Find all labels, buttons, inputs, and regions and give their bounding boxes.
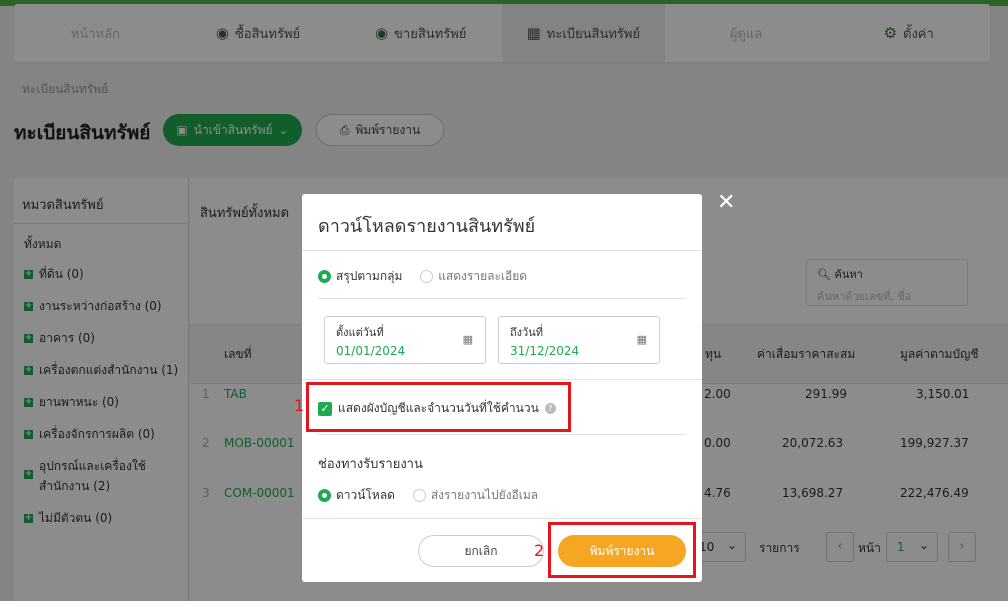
divider: [318, 434, 686, 435]
highlight-box-checkbox: [306, 382, 571, 432]
radio-detail[interactable]: แสดงรายละเอียด: [420, 269, 527, 283]
cancel-button[interactable]: ยกเลิก: [418, 535, 544, 567]
from-date-value[interactable]: 01/01/2024: [336, 344, 474, 358]
radio-download-label: ดาวน์โหลด: [336, 488, 395, 502]
divider: [302, 250, 702, 251]
divider: [302, 518, 702, 519]
calendar-icon[interactable]: ▦: [637, 333, 647, 346]
report-mode-options: สรุปตามกลุ่ม แสดงรายละเอียด: [318, 267, 527, 286]
divider: [318, 298, 686, 299]
from-date-label: ตั้งแต่วันที่: [336, 326, 384, 339]
radio-detail-label: แสดงรายละเอียด: [438, 269, 528, 283]
from-date-field[interactable]: ตั้งแต่วันที่ 01/01/2024 ▦: [324, 316, 486, 364]
highlight-box-print: [548, 522, 696, 578]
calendar-icon[interactable]: ▦: [463, 333, 473, 346]
radio-email-label: ส่งรายงานไปยังอีเมล: [430, 488, 539, 502]
to-date-label: ถึงวันที่: [510, 326, 543, 339]
close-icon[interactable]: ✕: [717, 190, 735, 215]
radio-download[interactable]: ดาวน์โหลด: [318, 488, 395, 502]
to-date-value[interactable]: 31/12/2024: [510, 344, 648, 358]
radio-empty-icon: [412, 489, 426, 502]
step-marker-1: 1: [294, 396, 305, 415]
radio-summary-label: สรุปตามกลุ่ม: [336, 269, 403, 283]
radio-email[interactable]: ส่งรายงานไปยังอีเมล: [412, 488, 539, 502]
radio-empty-icon: [420, 270, 434, 283]
radio-summary[interactable]: สรุปตามกลุ่ม: [318, 269, 402, 283]
to-date-field[interactable]: ถึงวันที่ 31/12/2024 ▦: [498, 316, 660, 364]
channel-options: ดาวน์โหลด ส่งรายงานไปยังอีเมล: [318, 486, 538, 505]
divider: [302, 379, 702, 380]
channel-title: ช่องทางรับรายงาน: [318, 457, 423, 472]
step-marker-2: 2: [534, 541, 545, 560]
dialog-title: ดาวน์โหลดรายงานสินทรัพย์: [318, 216, 536, 237]
radio-selected-icon: [318, 489, 331, 502]
radio-selected-icon: [318, 270, 331, 283]
